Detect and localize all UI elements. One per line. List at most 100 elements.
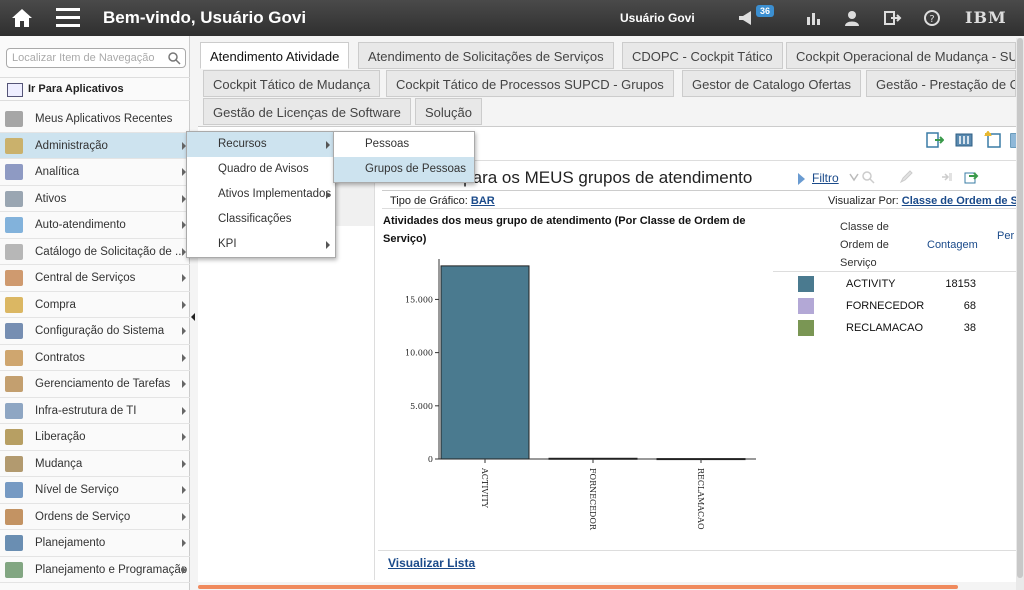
task-management-icon	[5, 376, 23, 392]
chart-type-link[interactable]: BAR	[471, 195, 495, 207]
sidebar-item[interactable]: Mudança	[0, 451, 190, 477]
submenu-item[interactable]: Ativos Implementados	[187, 182, 335, 207]
resources-submenu: Pessoas Grupos de Pessoas	[333, 131, 475, 183]
service-desk-icon	[5, 270, 23, 286]
sidebar-item[interactable]: Ativos	[0, 186, 190, 212]
help-icon[interactable]: ?	[922, 8, 942, 28]
megaphone-icon[interactable]	[736, 8, 756, 28]
vertical-scrollbar[interactable]	[1016, 38, 1024, 590]
sidebar-item[interactable]: Ordens de Serviço	[0, 504, 190, 530]
x-tick-label: ACTIVITY	[480, 467, 489, 509]
scheduling-icon	[5, 561, 23, 578]
filter-arrow-icon[interactable]	[798, 173, 805, 185]
it-infrastructure-icon	[5, 402, 23, 419]
chevron-right-icon	[326, 141, 330, 149]
sidebar-item[interactable]: Analítica	[0, 159, 190, 186]
layout-settings-icon[interactable]	[955, 131, 973, 149]
chevron-right-icon	[182, 459, 186, 468]
view-by-link[interactable]: Classe de Ordem de S	[902, 195, 1018, 207]
submenu-item-label: Recursos	[218, 138, 267, 150]
horizontal-scrollbar[interactable]	[198, 585, 958, 589]
tab[interactable]: Cockpit Operacional de Mudança - SU	[786, 42, 1016, 69]
sidebar-item[interactable]: Liberação	[0, 424, 190, 451]
chart-header-divider	[382, 208, 1016, 209]
submenu-item[interactable]: Quadro de Avisos	[187, 157, 335, 182]
sidebar-item-label: Meus Aplicativos Recentes	[35, 113, 173, 125]
sidebar-item-label: Mudança	[35, 457, 83, 470]
hamburger-menu-icon[interactable]	[56, 8, 80, 28]
sidebar-item-label: Configuração do Sistema	[35, 325, 165, 337]
reports-icon[interactable]	[803, 8, 823, 28]
submenu-item-label: KPI	[218, 238, 237, 250]
sidebar-item[interactable]: Planejamento	[0, 530, 190, 557]
analytics-icon	[5, 164, 23, 180]
sidebar-item[interactable]: Administração	[0, 132, 190, 159]
sidebar-item-label: Catálogo de Solicitação de ...	[35, 245, 185, 258]
legend-count: 18153	[945, 278, 976, 290]
tab[interactable]: Cockpit Tático de Processos SUPCD - Grup…	[386, 70, 674, 97]
tab[interactable]: Cockpit Tático de Mudança	[203, 70, 381, 97]
applications-icon	[7, 83, 23, 97]
sidebar-item[interactable]: Compra	[0, 292, 190, 318]
x-tick-label: FORNECEDOR	[588, 468, 597, 531]
sidebar-item[interactable]: Planejamento e Programação	[0, 557, 190, 583]
submenu-item[interactable]: Pessoas	[334, 132, 474, 157]
refresh-icon[interactable]	[963, 169, 979, 185]
sidebar-item[interactable]: Infra-estrutura de TI	[0, 398, 190, 424]
legend-column-count[interactable]: Contagem	[927, 236, 978, 254]
catalog-icon	[5, 243, 23, 260]
submenu-item[interactable]: Grupos de Pessoas	[334, 157, 474, 182]
search-icon[interactable]	[167, 51, 181, 65]
sidebar-item[interactable]: Catálogo de Solicitação de ...	[0, 239, 190, 265]
submenu-item[interactable]: Recursos	[187, 132, 335, 157]
navigation-sidebar: Localizar Item de Navegação Ir Para Apli…	[0, 36, 190, 590]
go-to-applications[interactable]: Ir Para Aplicativos	[0, 77, 190, 101]
collapse-sidebar-icon[interactable]	[190, 310, 196, 324]
view-list-link[interactable]: Visualizar Lista	[388, 556, 475, 570]
sidebar-item-label: Ativos	[35, 192, 67, 205]
service-level-icon	[5, 482, 23, 498]
edit-icon[interactable]	[898, 169, 914, 185]
chart-type-label: Tipo de Gráfico:	[390, 195, 468, 207]
legend-label: FORNECEDOR	[846, 300, 925, 312]
legend-swatch	[798, 298, 814, 314]
sidebar-item-label: Administração	[35, 139, 108, 152]
add-portlet-icon[interactable]	[926, 131, 944, 149]
legend-count: 38	[963, 322, 976, 334]
bar[interactable]	[440, 265, 530, 460]
download-icon[interactable]	[938, 169, 954, 185]
tab[interactable]: CDOPC - Cockpit Tático	[622, 42, 783, 69]
panel-title-divider	[382, 190, 1016, 191]
sidebar-item[interactable]: Central de Serviços	[0, 265, 190, 292]
logout-icon[interactable]	[882, 8, 902, 28]
vertical-scrollbar-thumb[interactable]	[1017, 38, 1023, 578]
tab[interactable]: Gestão - Prestação de C	[866, 70, 1016, 97]
user-name[interactable]: Usuário Govi	[620, 11, 695, 25]
legend-count: 68	[963, 300, 976, 312]
submenu-item[interactable]: Classificações	[187, 207, 335, 232]
new-page-icon[interactable]	[984, 131, 1002, 149]
sidebar-item[interactable]: Configuração do Sistema	[0, 318, 190, 345]
navigation-search-input[interactable]: Localizar Item de Navegação	[6, 48, 186, 68]
search-icon[interactable]	[860, 169, 876, 185]
sidebar-item[interactable]: Gerenciamento de Tarefas	[0, 371, 190, 398]
sidebar-item[interactable]: Contratos	[0, 345, 190, 371]
svg-text:?: ?	[929, 14, 934, 25]
profile-icon[interactable]	[842, 8, 862, 28]
tab[interactable]: Atendimento Atividade	[200, 42, 350, 69]
go-to-applications-label: Ir Para Aplicativos	[28, 83, 124, 95]
sidebar-item[interactable]: Auto-atendimento	[0, 212, 190, 239]
sidebar-item[interactable]: Meus Aplicativos Recentes	[0, 106, 190, 133]
legend-column-percent[interactable]: Per	[997, 227, 1014, 245]
submenu-item[interactable]: KPI	[187, 232, 335, 257]
sidebar-item[interactable]: Nível de Serviço	[0, 477, 190, 504]
sidebar-item-label: Analítica	[35, 166, 80, 178]
tab[interactable]: Atendimento de Solicitações de Serviços	[358, 42, 614, 69]
tab[interactable]: Gestor de Catalogo Ofertas	[682, 70, 861, 97]
administration-submenu: Recursos Quadro de Avisos Ativos Implement…	[186, 131, 336, 258]
y-tick-label: 5.000	[410, 402, 433, 411]
home-icon[interactable]	[10, 7, 34, 29]
tab[interactable]: Solução	[415, 98, 482, 125]
tab[interactable]: Gestão de Licenças de Software	[203, 98, 411, 125]
filter-link[interactable]: Filtro	[812, 171, 839, 185]
